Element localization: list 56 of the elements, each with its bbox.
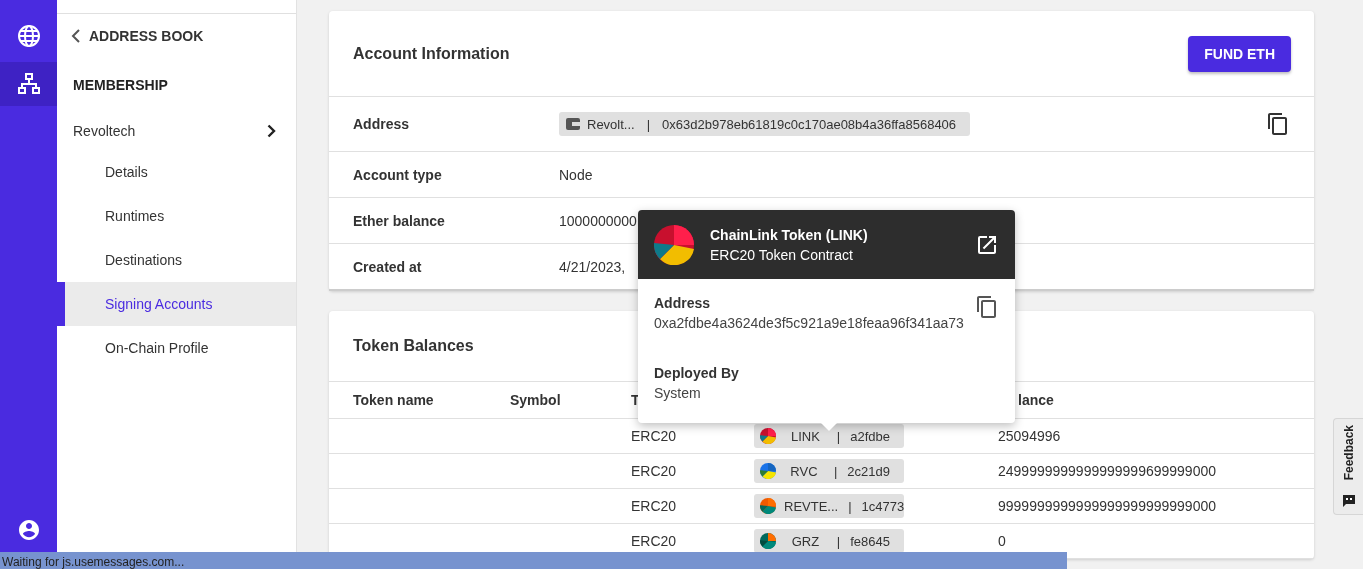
table-cell: 2499999999999999999699999000 bbox=[998, 463, 1216, 479]
field-label: Address bbox=[654, 295, 712, 311]
column-header: lance bbox=[1017, 392, 1054, 408]
account-icon[interactable] bbox=[16, 518, 41, 542]
token-logo-icon bbox=[760, 428, 776, 444]
sidebar-item[interactable]: Destinations bbox=[57, 238, 296, 282]
column-header: Token name bbox=[353, 392, 434, 408]
table-cell: ERC20 bbox=[631, 463, 677, 479]
token-logo-icon bbox=[654, 224, 694, 265]
field-value: System bbox=[654, 385, 702, 401]
column-header: Symbol bbox=[510, 392, 561, 408]
token-logo-icon bbox=[760, 533, 776, 549]
field-label: Account type bbox=[353, 166, 443, 183]
fund-button[interactable]: FUND ETH bbox=[1188, 35, 1291, 72]
sidebar-item[interactable]: On-Chain Profile bbox=[57, 326, 296, 370]
token-logo-icon bbox=[760, 463, 776, 479]
sidebar-item[interactable]: Runtimes bbox=[57, 194, 296, 238]
status-bar: Waiting for js.usemessages.com... bbox=[0, 552, 1067, 569]
chevron-left-icon bbox=[71, 29, 81, 43]
token-chip[interactable]: REVTE... | 1c4773 bbox=[754, 494, 904, 518]
feedback-tab[interactable]: Feedback bbox=[1333, 418, 1363, 515]
back-link[interactable]: ADDRESS BOOK bbox=[57, 14, 296, 58]
address-chip[interactable]: Revolt... | 0x63d2b978eb61819c0c170ae08b4a36ffa8568406 bbox=[559, 112, 971, 136]
popover-title: ChainLink Token (LINK) bbox=[710, 226, 869, 243]
table-cell: ERC20 bbox=[631, 533, 677, 549]
popover-subtitle: ERC20 Token Contract bbox=[710, 246, 854, 263]
table-cell: 9999999999999999999999999000 bbox=[998, 498, 1216, 514]
field-value: Node bbox=[559, 166, 594, 183]
sidebar-item[interactable]: Signing Accounts bbox=[57, 282, 296, 326]
token-logo-icon bbox=[760, 498, 776, 514]
group-item[interactable]: Revoltech bbox=[57, 112, 296, 150]
network-icon[interactable] bbox=[16, 72, 41, 96]
section-title: MEMBERSHIP bbox=[72, 76, 169, 95]
field-label: Address bbox=[353, 116, 411, 132]
table-cell: 0 bbox=[998, 533, 1006, 549]
field-label: Deployed By bbox=[654, 365, 740, 381]
table-cell: ERC20 bbox=[631, 428, 677, 444]
sidebar-item[interactable]: Details bbox=[57, 150, 296, 194]
field-value: 4/21/2023, bbox=[559, 258, 627, 275]
field-value: 0xa2fdbe4a3624de3f5c921a9e18feaa96f341aa73 bbox=[654, 315, 964, 331]
token-chip[interactable]: GRZ | fe8645 bbox=[754, 529, 904, 553]
chevron-right-icon bbox=[267, 124, 276, 138]
copy-button[interactable] bbox=[1266, 112, 1290, 136]
copy-button[interactable] bbox=[975, 295, 999, 319]
wallet-icon bbox=[565, 116, 581, 132]
table-cell: ERC20 bbox=[631, 498, 677, 514]
field-label: Created at bbox=[353, 258, 423, 275]
token-chip[interactable]: LINK | a2fdbe bbox=[754, 424, 904, 448]
token-chip[interactable]: RVC | 2c21d9 bbox=[754, 459, 904, 483]
card-title: Account Information bbox=[353, 44, 510, 63]
feedback-icon bbox=[1341, 494, 1356, 508]
field-label: Ether balance bbox=[353, 212, 446, 229]
card-title: Token Balances bbox=[353, 337, 474, 355]
table-cell: 25094996 bbox=[998, 428, 1061, 444]
field-value: 1000000000 bbox=[559, 212, 638, 229]
globe-icon[interactable] bbox=[16, 24, 41, 48]
